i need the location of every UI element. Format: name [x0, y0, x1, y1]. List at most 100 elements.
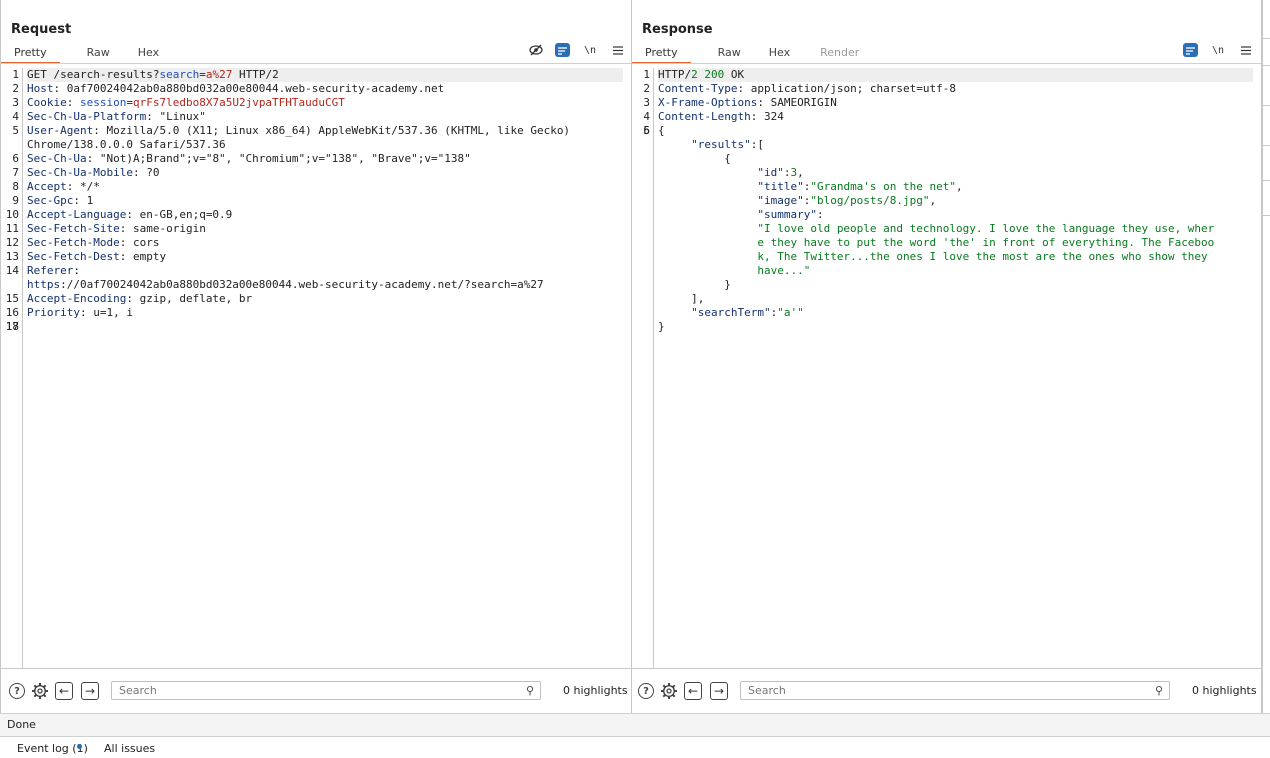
- response-code[interactable]: 1 HTTP/2 200 OK 2 Content-Type: application…: [643, 68, 1253, 668]
- line-number: 4: [643, 110, 650, 123]
- request-tab-hex[interactable]: Hex: [125, 43, 172, 64]
- response-line: {: [658, 152, 1253, 166]
- help-icon[interactable]: ?: [8, 682, 26, 700]
- next-arrow-icon[interactable]: →: [81, 682, 99, 700]
- request-code[interactable]: 1 GET /search-results?search=a%27 HTTP/2 2…: [6, 68, 623, 668]
- response-line: 1 HTTP/2 200 OK: [643, 68, 1253, 82]
- request-line: 5 User-Agent: Mozilla/5.0 (X11; Linux x86…: [12, 124, 623, 138]
- response-search-input[interactable]: [741, 682, 1169, 699]
- line-number: 12: [5, 236, 19, 249]
- line-text: Sec-Fetch-Mode: cors: [27, 236, 160, 249]
- line-number: 7: [12, 166, 19, 179]
- line-number: 4: [12, 110, 19, 123]
- line-text: X-Frame-Options: SAMEORIGIN: [658, 96, 837, 109]
- request-title: Request: [11, 22, 72, 37]
- line-text: Cookie: session=qrFs7ledbo8X7a5U2jvpaTFH…: [27, 96, 345, 109]
- request-tab-raw[interactable]: Raw: [74, 43, 123, 64]
- settings-gear-icon[interactable]: [31, 682, 49, 700]
- line-text: "title":"Grandma's on the net",: [757, 180, 963, 193]
- help-icon[interactable]: ?: [637, 682, 655, 700]
- line-text: Referer:: [27, 264, 80, 277]
- line-number: 18: [5, 320, 19, 333]
- response-tab-render[interactable]: Render: [807, 43, 872, 64]
- line-number: 11: [5, 222, 19, 235]
- request-line: https://0af70024042ab0a880bd032a00e80044…: [27, 278, 623, 292]
- line-number: 15: [5, 292, 19, 305]
- response-line: "image":"blog/posts/8.jpg",: [658, 194, 1253, 208]
- response-line: 4 Content-Length: 324: [643, 110, 1253, 124]
- request-tabs: Pretty Raw Hex: [1, 43, 172, 64]
- request-line: 4 Sec-Ch-Ua-Platform: "Linux": [12, 110, 623, 124]
- line-text: HTTP/2 200 OK: [658, 68, 745, 81]
- search-icon[interactable]: ⚲: [1155, 684, 1163, 697]
- line-text: }: [658, 278, 731, 291]
- response-tab-hex[interactable]: Hex: [756, 43, 803, 64]
- line-text: Chrome/138.0.0.0 Safari/537.36: [27, 138, 226, 151]
- line-text: Sec-Ch-Ua-Platform: "Linux": [27, 110, 206, 123]
- request-line: Chrome/138.0.0.0 Safari/537.36: [27, 138, 623, 152]
- newline-toggle-icon[interactable]: \n: [582, 43, 598, 57]
- settings-gear-icon[interactable]: [660, 682, 678, 700]
- request-line: 15 Accept-Encoding: gzip, deflate, br: [6, 292, 623, 306]
- response-line: "results":[: [658, 138, 1253, 152]
- line-text: "summary":: [757, 208, 824, 221]
- response-line: }: [658, 278, 1253, 292]
- request-search-input[interactable]: [112, 682, 540, 699]
- request-line: 13 Sec-Fetch-Dest: empty: [6, 250, 623, 264]
- menu-icon[interactable]: [1238, 43, 1253, 57]
- response-tab-pretty[interactable]: Pretty: [632, 43, 691, 64]
- response-line: "summary":: [658, 208, 1253, 222]
- response-gutter: [632, 68, 654, 668]
- next-arrow-icon[interactable]: →: [710, 682, 728, 700]
- previous-arrow-icon[interactable]: ←: [55, 682, 73, 700]
- line-text: Sec-Ch-Ua: "Not)A;Brand";v="8", "Chromiu…: [27, 152, 471, 165]
- message-actions-icon[interactable]: [555, 43, 570, 57]
- response-line: }: [658, 320, 1253, 334]
- response-tabs-divider: [632, 63, 1261, 64]
- line-text: "results":[: [691, 138, 764, 151]
- line-text: e they have to put the word 'the' in fro…: [757, 236, 1215, 249]
- response-highlights-count: 0 highlights: [1192, 684, 1257, 697]
- line-text: Sec-Fetch-Site: same-origin: [27, 222, 206, 235]
- footer-bar: Event log (1) All issues: [0, 737, 1270, 758]
- menu-icon[interactable]: [610, 43, 625, 57]
- response-tabs: Pretty Raw Hex Render: [632, 43, 872, 64]
- previous-arrow-icon[interactable]: ←: [684, 682, 702, 700]
- response-line: e they have to put the word 'the' in fro…: [658, 236, 1253, 250]
- request-line: 16 Priority: u=1, i: [6, 306, 623, 320]
- line-text: Accept-Language: en-GB,en;q=0.9: [27, 208, 233, 221]
- response-toolbar: \n: [1183, 43, 1253, 57]
- response-tab-raw[interactable]: Raw: [705, 43, 754, 64]
- request-line: 2 Host: 0af70024042ab0a880bd032a00e80044.…: [12, 82, 623, 96]
- line-text: Accept-Encoding: gzip, deflate, br: [27, 292, 253, 305]
- line-text: Priority: u=1, i: [27, 306, 133, 319]
- request-tabs-divider: [1, 63, 631, 64]
- status-text: Done: [7, 718, 36, 731]
- request-line: 3 Cookie: session=qrFs7ledbo8X7a5U2jvpaTF…: [12, 96, 623, 110]
- request-line: 14 Referer:: [6, 264, 623, 278]
- line-text: Accept: */*: [27, 180, 100, 193]
- search-icon[interactable]: ⚲: [526, 684, 534, 697]
- request-search-box: ⚲: [111, 681, 541, 700]
- line-number: 5: [12, 124, 19, 137]
- request-tab-pretty[interactable]: Pretty: [1, 43, 60, 64]
- response-pane: Response Pretty Raw Hex Render \n 1 HTTP/…: [632, 0, 1262, 713]
- newline-toggle-icon[interactable]: \n: [1210, 43, 1226, 57]
- line-number: 8: [12, 180, 19, 193]
- request-editor[interactable]: 1 GET /search-results?search=a%27 HTTP/2 2…: [1, 68, 631, 668]
- line-number: 13: [5, 250, 19, 263]
- request-line: 11 Sec-Fetch-Site: same-origin: [6, 222, 623, 236]
- hide-icon[interactable]: [528, 43, 543, 57]
- notification-dot: [77, 744, 82, 749]
- request-toolbar: \n: [528, 43, 625, 57]
- line-number: 16: [5, 306, 19, 319]
- line-text: Sec-Ch-Ua-Mobile: ?0: [27, 166, 160, 179]
- response-line: "I love old people and technology. I lov…: [658, 222, 1253, 236]
- line-text: GET /search-results?search=a%27 HTTP/2: [27, 68, 279, 81]
- response-editor[interactable]: 1 HTTP/2 200 OK 2 Content-Type: application…: [632, 68, 1261, 668]
- line-text: {: [658, 124, 665, 137]
- message-actions-icon[interactable]: [1183, 43, 1198, 57]
- response-title: Response: [642, 22, 713, 37]
- all-issues-link[interactable]: All issues: [104, 742, 155, 755]
- line-number: 14: [5, 264, 19, 277]
